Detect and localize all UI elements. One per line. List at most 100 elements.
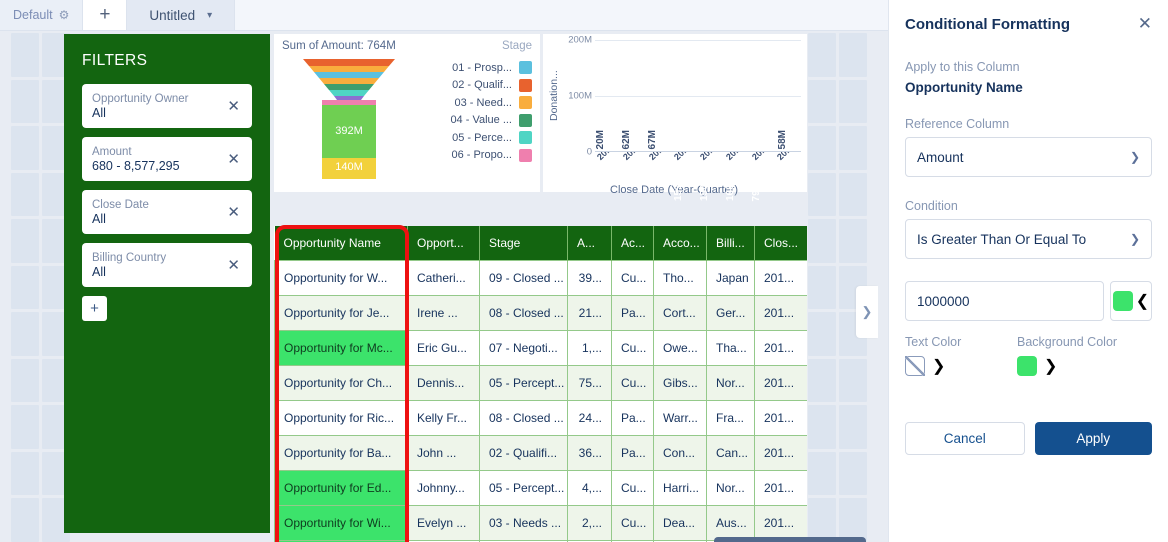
table-cell: 201...	[754, 469, 807, 506]
table-cell: 201...	[754, 329, 807, 366]
close-icon[interactable]: ✕	[1138, 14, 1152, 34]
close-icon[interactable]: ✕	[225, 203, 242, 221]
filter-pill[interactable]: Opportunity Owner All ✕	[82, 84, 252, 128]
color-options: Text Color ❯ Background Color ❯	[905, 335, 1152, 376]
filter-label: Close Date	[92, 198, 149, 211]
panel-expander-button[interactable]: ❯	[856, 286, 878, 338]
table-cell: Warr...	[653, 399, 707, 436]
grid-cell	[11, 451, 39, 496]
table-cell: Pa...	[611, 434, 654, 471]
background-color-group: Background Color ❯	[1017, 335, 1129, 376]
table-cell: Evelyn ...	[407, 504, 480, 541]
bar-chart-widget[interactable]: Donation... 200M 100M 0 20M 62M 67M 153M 158…	[543, 34, 807, 201]
table-cell: Pa...	[611, 294, 654, 331]
table-cell: Opportunity for Ric...	[274, 399, 408, 436]
table-cell: 201...	[754, 434, 807, 471]
table-row[interactable]: Opportunity for Je... Irene ... 08 - Close…	[274, 294, 807, 331]
add-tab-button[interactable]: +	[83, 0, 128, 30]
filter-pill[interactable]: Billing Country All ✕	[82, 243, 252, 287]
close-icon[interactable]: ✕	[225, 256, 242, 274]
table-cell: 201...	[754, 504, 807, 541]
table-cell: Harri...	[653, 469, 707, 506]
table-header-cell[interactable]: Opportunity Name	[274, 226, 408, 260]
table-header-cell[interactable]: Acco...	[653, 226, 707, 260]
apply-button[interactable]: Apply	[1034, 422, 1152, 455]
table-row[interactable]: Opportunity for Ba... John ... 02 - Qualif…	[274, 434, 807, 471]
grid-cell	[11, 312, 39, 356]
table-row[interactable]: Opportunity for Ed... Johnny... 05 - Perce…	[274, 469, 807, 506]
chevron-up-icon: ❮	[1135, 293, 1150, 310]
filter-pill[interactable]: Amount 680 - 8,577,295 ✕	[82, 137, 252, 181]
table-cell: Tho...	[653, 259, 707, 296]
table-cell: 03 - Needs ...	[479, 504, 568, 541]
funnel-chart-widget[interactable]: Sum of Amount: 764M Stage 392M 140M 01 -…	[274, 34, 540, 192]
chevron-down-icon[interactable]: ▾	[207, 10, 212, 21]
legend-swatch	[519, 131, 532, 145]
background-color-picker[interactable]: ❯	[1017, 356, 1129, 376]
funnel-title: Sum of Amount: 764M	[282, 40, 396, 52]
threshold-color-button[interactable]: ❮	[1110, 281, 1152, 321]
table-header-cell[interactable]: Clos...	[754, 226, 807, 260]
apply-column-value: Opportunity Name	[905, 80, 1023, 95]
tab-untitled[interactable]: Untitled ▾	[127, 0, 236, 30]
table-header-cell[interactable]: Ac...	[611, 226, 654, 260]
legend-swatch	[519, 148, 532, 162]
tab-default[interactable]: Default ⚙	[0, 0, 84, 30]
table-header-cell[interactable]: Stage	[479, 226, 568, 260]
table-row[interactable]: Opportunity for Ric... Kelly Fr... 08 - Cl…	[274, 399, 807, 436]
grid-cell	[11, 405, 39, 449]
legend-item[interactable]: 05 - Perce...	[420, 129, 532, 147]
table-cell: Tha...	[706, 329, 755, 366]
legend-item[interactable]: 06 - Propo...	[420, 147, 532, 165]
legend-item[interactable]: 04 - Value ...	[420, 112, 532, 130]
table-cell: Kelly Fr...	[407, 399, 480, 436]
gear-icon[interactable]: ⚙	[59, 8, 70, 22]
table-cell: Opportunity for Wi...	[274, 504, 408, 541]
grid-cell	[839, 451, 867, 496]
table-header-cell[interactable]: Billi...	[706, 226, 755, 260]
add-filter-button[interactable]: +	[82, 296, 107, 321]
bar-value-label: 20M	[595, 129, 606, 149]
page-title: Conditional Formatting	[905, 15, 1070, 33]
xtick: 201...	[775, 152, 801, 171]
table-row[interactable]: Opportunity for W... Catheri... 09 - Close…	[274, 259, 807, 296]
funnel-header: Sum of Amount: 764M Stage	[282, 40, 532, 52]
reference-column-select[interactable]: Amount ❯	[905, 137, 1152, 177]
text-color-group: Text Color ❯	[905, 335, 1017, 376]
table-cell: Cu...	[611, 469, 654, 506]
legend-label: 06 - Propo...	[451, 149, 512, 162]
cancel-button[interactable]: Cancel	[905, 422, 1025, 455]
table-cell: Catheri...	[407, 259, 480, 296]
legend-item[interactable]: 02 - Qualif...	[420, 77, 532, 95]
table-cell: 201...	[754, 364, 807, 401]
condition-select[interactable]: Is Greater Than Or Equal To ❯	[905, 219, 1152, 259]
table-cell: Nor...	[706, 364, 755, 401]
table-row[interactable]: Opportunity for Ch... Dennis... 05 - Perce…	[274, 364, 807, 401]
legend-item[interactable]: 03 - Need...	[420, 94, 532, 112]
filter-pill[interactable]: Close Date All ✕	[82, 190, 252, 234]
filter-label: Opportunity Owner	[92, 92, 189, 105]
table-row[interactable]: Opportunity for Mc... Eric Gu... 07 - Nego…	[274, 329, 807, 366]
grid-cell	[808, 126, 836, 170]
table-cell: Cu...	[611, 504, 654, 541]
bar-chart-bars: 20M 62M 67M 153M 158M 166M 79M 58M	[595, 40, 801, 201]
tab-bar-empty-space	[235, 0, 888, 30]
bar-value-label: 58M	[777, 129, 788, 149]
table-header-cell[interactable]: A...	[567, 226, 612, 260]
table-cell: 21...	[567, 294, 612, 331]
grid-cell	[11, 498, 39, 542]
table-cell: 09 - Closed ...	[479, 259, 568, 296]
bar-value-label: 62M	[621, 129, 632, 149]
legend-label: 01 - Prosp...	[452, 61, 512, 74]
close-icon[interactable]: ✕	[225, 150, 242, 168]
table-header-cell[interactable]: Opport...	[407, 226, 480, 260]
close-icon[interactable]: ✕	[225, 97, 242, 115]
legend-swatch	[519, 96, 532, 110]
data-table-widget[interactable]: Opportunity Name Opport... Stage A... Ac... A…	[274, 226, 807, 542]
table-cell: Pa...	[611, 399, 654, 436]
table-row[interactable]: Opportunity for Wi... Evelyn ... 03 - Need…	[274, 504, 807, 541]
legend-item[interactable]: 01 - Prosp...	[420, 59, 532, 77]
grid-cell	[808, 172, 836, 217]
threshold-input[interactable]: 1000000	[905, 281, 1104, 321]
text-color-picker[interactable]: ❯	[905, 356, 1017, 376]
